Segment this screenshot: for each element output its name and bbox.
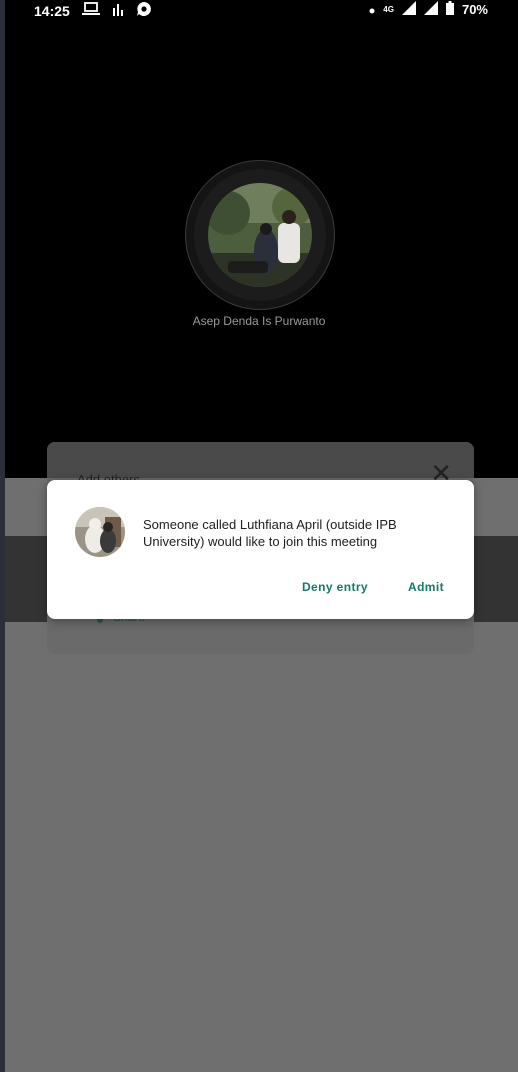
- status-right: 4G 70%: [369, 1, 488, 18]
- status-left: 14:25: [34, 1, 152, 20]
- join-request-dialog: Someone called Luthfiana April (outside …: [47, 480, 474, 619]
- deny-entry-button[interactable]: Deny entry: [302, 580, 368, 594]
- participant-tile: Asep Denda Is Purwanto: [0, 160, 518, 340]
- status-time: 14:25: [34, 2, 70, 19]
- participant-avatar-ring: [185, 160, 335, 310]
- participant-name: Asep Denda Is Purwanto: [192, 314, 326, 328]
- mobile-signal-icon: [423, 1, 438, 18]
- battery-icon: [445, 1, 454, 18]
- mobile-signal-icon: [401, 1, 416, 18]
- status-bar: 14:25 4G 70%: [0, 0, 518, 20]
- requester-avatar: [75, 507, 125, 557]
- network-type: 4G: [383, 4, 394, 14]
- participant-avatar: [208, 183, 312, 287]
- laptop-icon: [81, 2, 100, 19]
- dialog-actions: Deny entry Admit: [302, 580, 444, 594]
- battery-percent: 70%: [461, 2, 488, 17]
- join-request-message: Someone called Luthfiana April (outside …: [143, 517, 397, 549]
- signal-bars-icon: [112, 2, 124, 19]
- chat-bubble-icon: [136, 1, 152, 20]
- admit-button[interactable]: Admit: [408, 580, 444, 594]
- meeting-screen: 14:25 4G 70% Asep Denda Is Purwanto ✕ So…: [0, 0, 518, 1072]
- dot-icon: [369, 2, 375, 17]
